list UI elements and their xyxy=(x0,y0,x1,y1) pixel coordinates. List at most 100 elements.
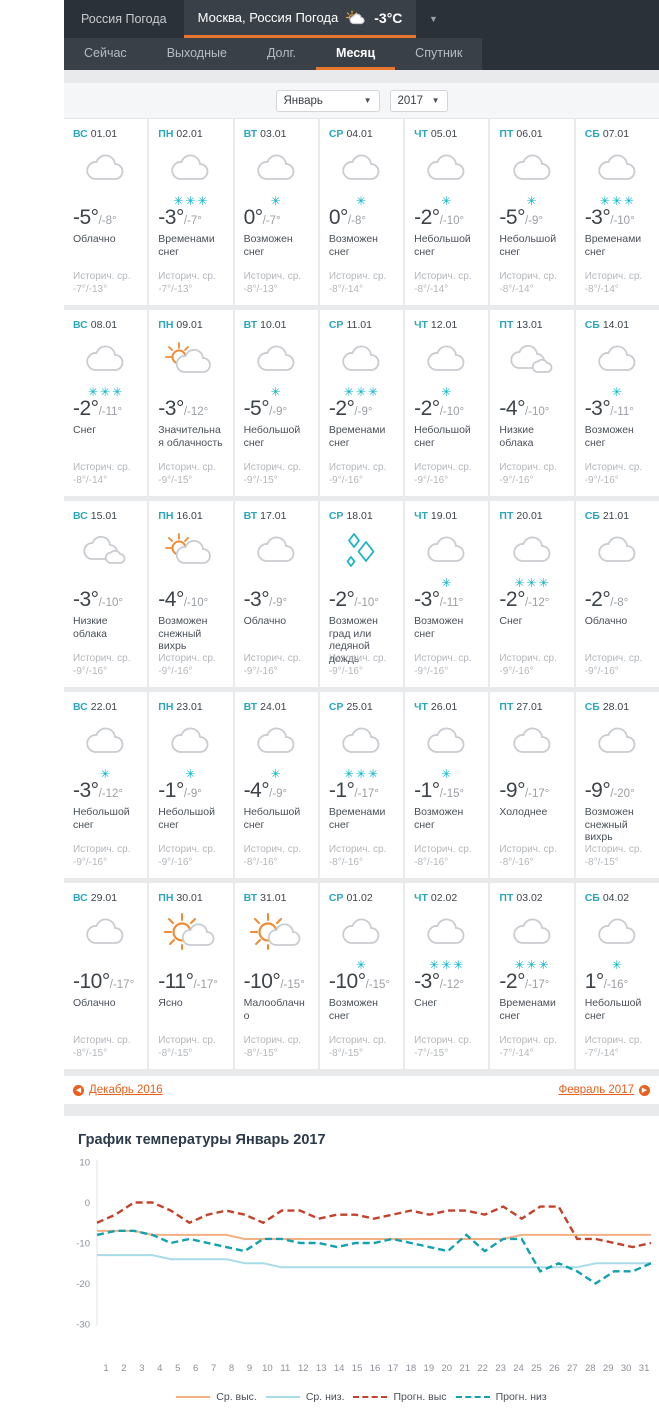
calendar-day-cell[interactable]: ВТ 24.01 ✳ -4°/-9° Небольшой снег Историч. с… xyxy=(234,692,318,878)
cloudy-icon xyxy=(590,339,646,386)
calendar-day-cell[interactable]: ЧТ 05.01 ✳ -2°/-10° Небольшой снег Историч. … xyxy=(405,119,489,305)
day-of-week: СБ xyxy=(584,892,600,904)
historic-average-value: -8°/-14° xyxy=(499,283,534,295)
location-dropdown-caret[interactable]: ▼ xyxy=(416,0,450,38)
next-month-label: Февраль 2017 xyxy=(558,1084,634,1096)
calendar-day-cell[interactable]: СР 04.01 ✳ 0°/-8° Возможен снег Историч. ср.… xyxy=(319,119,404,305)
calendar-day-cell[interactable]: ВС 29.01 -10°/-17° Облачно Историч. ср. -8°/… xyxy=(64,883,148,1069)
legend-swatch xyxy=(455,1396,490,1398)
historic-average-label: Историч. ср. xyxy=(328,271,387,282)
cloudy-icon xyxy=(249,530,305,577)
weather-icon-group xyxy=(329,526,395,584)
calendar-day-cell[interactable]: СР 25.01 ✳✳✳ -1°/-17° Временами снег Историч… xyxy=(319,692,404,878)
calendar-day-cell[interactable]: ПН 02.01 ✳✳✳ -3°/-7° Временами снег Историч.… xyxy=(149,119,233,305)
day-date: 18.01 xyxy=(346,510,373,522)
calendar-day-cell[interactable]: ЧТ 26.01 ✳ -1°/-15° Возможен снег Историч. с… xyxy=(405,692,489,878)
historic-average: Историч. ср. -9°/-16° xyxy=(73,653,130,678)
calendar-day-cell[interactable]: ЧТ 19.01 ✳ -3°/-11° Возможен снег Историч. с… xyxy=(405,501,489,687)
arrow-left-icon: ◀ xyxy=(73,1084,84,1096)
day-of-week: СБ xyxy=(584,510,600,522)
calendar-day-cell[interactable]: СР 18.01 -2°/-10° Возможен град или ледяно… xyxy=(319,501,404,687)
tab-now[interactable]: Сейчас xyxy=(64,38,147,70)
calendar-day-cell[interactable]: ЧТ 02.02 ✳✳✳ -3°/-12° Снег Историч. ср. -7°/-… xyxy=(405,883,489,1069)
prev-month-link[interactable]: ◀ Декабрь 2016 xyxy=(73,1084,163,1096)
calendar-day-cell[interactable]: ПТ 20.01 ✳✳✳ -2°/-12° Снег Историч. ср. -9°/-… xyxy=(490,501,574,687)
legend-swatch xyxy=(176,1396,211,1398)
calendar-day-cell[interactable]: СБ 28.01 -9°/-20° Возможен снежный вихрь Ис… xyxy=(575,692,659,878)
calendar-day-cell[interactable]: ПТ 13.01 -4°/-10° Низкие облака Историч. ср… xyxy=(490,310,574,496)
calendar-day-cell[interactable]: ВС 01.01 -5°/-8° Облачно Историч. ср. -7°/-1… xyxy=(64,119,148,305)
calendar-day-cell[interactable]: ВС 15.01 -3°/-10° Низкие облака Историч. ср… xyxy=(64,501,148,687)
historic-average: Историч. ср. -9°/-16° xyxy=(329,653,386,678)
tab-satellite[interactable]: Спутник xyxy=(395,38,482,70)
month-select[interactable]: Январь ▼ xyxy=(275,89,380,112)
calendar-day-cell[interactable]: СБ 14.01 ✳ -3°/-11° Возможен снег Историч. с… xyxy=(575,310,659,496)
high-temperature: -1° xyxy=(414,779,440,802)
condition-text: Небольшой снег xyxy=(584,997,642,1022)
weather-icon-group: ✳✳✳ xyxy=(499,526,565,589)
historic-average-value: -7°/-15° xyxy=(414,1047,449,1059)
cloudy-icon xyxy=(78,339,134,386)
historic-average-label: Историч. ср. xyxy=(158,1035,216,1046)
calendar-day-cell[interactable]: СР 01.02 ✳ -10°/-15° Возможен снег Историч. … xyxy=(319,883,404,1069)
calendar-day-cell[interactable]: СБ 21.01 -2°/-8° Облачно Историч. ср. -9°/-1… xyxy=(575,501,659,687)
calendar-day-cell[interactable]: ЧТ 12.01 ✳ -2°/-10° Небольшой снег Историч. … xyxy=(405,310,489,496)
year-select[interactable]: 2017 ▼ xyxy=(389,89,448,112)
calendar-day-cell[interactable]: СБ 04.02 ✳ 1°/-16° Небольшой снег Историч. с… xyxy=(575,883,659,1069)
historic-average-label: Историч. ср. xyxy=(499,271,557,282)
calendar-day-cell[interactable]: ВТ 17.01 -3°/-9° Облачно Историч. ср. -9°/-1… xyxy=(234,501,318,687)
chevron-down-icon: ▼ xyxy=(431,96,440,105)
condition-text: Ясно xyxy=(158,997,183,1009)
temperature-row: -2°/-17° xyxy=(499,970,565,994)
cloudy-icon xyxy=(419,912,475,959)
tab-month[interactable]: Месяц xyxy=(316,38,396,70)
historic-average: Историч. ср. -9°/-16° xyxy=(329,462,386,487)
calendar-day-cell[interactable]: ПН 16.01 -4°/-10° Возможен снежный вихрь Ис… xyxy=(149,501,233,687)
day-date: 07.01 xyxy=(602,128,630,140)
day-of-week: ЧТ xyxy=(414,510,428,522)
day-header: СБ 04.02 xyxy=(585,892,651,904)
calendar-day-cell[interactable]: ВС 22.01 ✳ -3°/-12° Небольшой снег Историч. … xyxy=(64,692,148,878)
hail-icon xyxy=(334,530,390,577)
calendar-day-cell[interactable]: ВТ 03.01 ✳ 0°/-7° Возможен снег Историч. ср.… xyxy=(234,119,318,305)
temperature-row: -2°/-11° xyxy=(73,397,139,421)
calendar-day-cell[interactable]: ПТ 06.01 ✳ -5°/-9° Небольшой снег Историч. с… xyxy=(490,119,574,305)
calendar-day-cell[interactable]: ПН 23.01 ✳ -1°/-9° Небольшой снег Историч. с… xyxy=(149,692,233,878)
tab-weekend[interactable]: Выходные xyxy=(147,38,247,70)
condition-text: Облачно xyxy=(73,233,116,245)
calendar-day-cell[interactable]: ПН 30.01 -11°/-17° Ясно Историч. ср. -8°/-15… xyxy=(149,883,233,1069)
low-temperature: /-9° xyxy=(354,406,373,418)
calendar-day-cell[interactable]: ВС 08.01 ✳✳✳ -2°/-11° Снег Историч. ср. -8°/-… xyxy=(64,310,148,496)
historic-average: Историч. ср. -9°/-16° xyxy=(585,462,642,487)
high-temperature: 1° xyxy=(584,970,605,993)
historic-average-label: Историч. ср. xyxy=(243,462,302,473)
calendar-day-cell[interactable]: ПН 09.01 -3°/-12° Значительная облачность И… xyxy=(149,310,233,496)
weather-icon-group: ✳ xyxy=(329,908,395,971)
low-temperature: /-11° xyxy=(610,406,634,418)
location-tab[interactable]: Москва, Россия Погода -3°C xyxy=(183,0,417,38)
legend-item: Прогн. низ xyxy=(455,1391,547,1403)
next-month-link[interactable]: Февраль 2017 ▶ xyxy=(558,1084,650,1096)
historic-average: Историч. ср. -8°/-14° xyxy=(329,271,386,296)
historic-average-label: Историч. ср. xyxy=(584,462,643,473)
historic-average: Историч. ср. -7°/-14° xyxy=(499,1035,556,1060)
day-header: ЧТ 02.02 xyxy=(414,892,480,904)
calendar-day-cell[interactable]: СР 11.01 ✳✳✳ -2°/-9° Временами снег Историч.… xyxy=(319,310,404,496)
historic-average-value: -7°/-13° xyxy=(73,283,108,295)
temperature-row: -10°/-15° xyxy=(329,970,395,994)
chart-series-line xyxy=(97,1229,651,1240)
weather-icon-group: ✳✳✳ xyxy=(158,144,224,207)
cloudy-icon xyxy=(78,912,134,959)
temperature-row: -3°/-12° xyxy=(414,970,480,994)
calendar-day-cell[interactable]: ВТ 31.01 -10°/-15° Малооблачно Историч. ср.… xyxy=(234,883,318,1069)
weather-icon-group xyxy=(585,526,651,584)
temperature-row: 0°/-8° xyxy=(329,206,395,230)
calendar-day-cell[interactable]: ПТ 03.02 ✳✳✳ -2°/-17° Временами снег Историч… xyxy=(490,883,574,1069)
high-temperature: -1° xyxy=(158,779,184,802)
condition-text: Облачно xyxy=(584,615,628,627)
calendar-day-cell[interactable]: СБ 07.01 ✳✳✳ -3°/-10° Временами снег Историч… xyxy=(575,119,659,305)
calendar-day-cell[interactable]: ПТ 27.01 -9°/-17° Холоднее Историч. ср. -8°/… xyxy=(490,692,574,878)
tab-longterm[interactable]: Долг. xyxy=(247,38,316,70)
day-date: 01.02 xyxy=(346,892,373,904)
calendar-day-cell[interactable]: ВТ 10.01 ✳ -5°/-9° Небольшой снег Историч. с… xyxy=(234,310,318,496)
